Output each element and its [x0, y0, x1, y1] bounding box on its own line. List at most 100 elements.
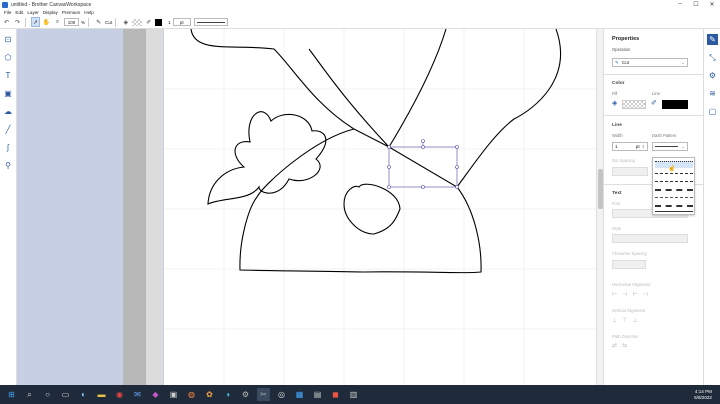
image-tool-icon[interactable]: ▣	[3, 89, 13, 99]
menu-display[interactable]: Display	[43, 10, 58, 15]
cortana-icon[interactable]: ○	[41, 388, 54, 401]
torso-shape	[239, 128, 482, 274]
chrome-icon[interactable]: ◉	[113, 388, 126, 401]
line-tool-icon[interactable]: ╱	[3, 125, 13, 135]
dot-spacing-input	[612, 167, 648, 176]
layers-panel-icon[interactable]: ≋	[707, 88, 718, 99]
windows-start-icon[interactable]: ⊞	[5, 388, 18, 401]
properties-panel-icon[interactable]: ✎	[707, 34, 718, 45]
mouse-cursor-icon: ☝	[668, 166, 676, 172]
edge-dev-icon[interactable]: ◑	[221, 388, 234, 401]
operation-select[interactable]: ✎ Cut ⌄	[612, 58, 688, 67]
task-view-icon[interactable]: ▭	[59, 388, 72, 401]
menu-file[interactable]: File	[4, 10, 11, 15]
dash-option-solid[interactable]	[655, 211, 693, 212]
shape-tool-icon[interactable]: ⬠	[3, 53, 13, 63]
dash-pattern-dropdown[interactable]: ☝	[652, 157, 695, 215]
title-bar: untitled - Brother CanvasWorkspace – ☐ ✕	[0, 0, 720, 9]
operation-select[interactable]: Cut	[105, 20, 112, 25]
menu-edit[interactable]: Edit	[15, 10, 23, 15]
node-tool-icon[interactable]: ⚲	[3, 161, 13, 171]
line-width-input[interactable]: 1	[168, 20, 171, 25]
canvasworkspace-task-icon[interactable]: ✂	[257, 388, 270, 401]
settings-app-icon[interactable]: ⚙	[239, 388, 252, 401]
fill-bucket-icon[interactable]: ◈	[121, 17, 130, 27]
text-tool-icon[interactable]: T	[3, 71, 13, 81]
photos-icon[interactable]: ◆	[149, 388, 162, 401]
line-color-swatch[interactable]	[662, 100, 688, 109]
menu-help[interactable]: Help	[84, 10, 93, 15]
pan-hand-icon[interactable]: ✋	[42, 17, 51, 27]
app-icon-generic[interactable]: ▣	[167, 388, 180, 401]
explorer-icon[interactable]: ▬	[95, 388, 108, 401]
line-pen-icon[interactable]: ✐	[144, 17, 153, 27]
text-section-title: Text	[612, 191, 622, 196]
mail-icon[interactable]: ✉	[131, 388, 144, 401]
media-icon[interactable]: ◎	[275, 388, 288, 401]
right-arm-shape	[456, 28, 562, 188]
operation-label: Operation	[612, 47, 631, 52]
cut-operation-icon[interactable]: ✎	[94, 17, 103, 27]
maximize-button[interactable]: ☐	[688, 1, 704, 8]
fill-color-swatch[interactable]	[622, 100, 646, 109]
zoom-unit: %	[81, 19, 86, 25]
pattern-tool-icon[interactable]: ☁	[3, 107, 13, 117]
canvas-workspace[interactable]	[17, 28, 603, 385]
page-panel-icon[interactable]: ▢	[707, 106, 718, 117]
window-title: untitled - Brother CanvasWorkspace	[11, 1, 92, 8]
dash-option-dash-dot[interactable]	[655, 197, 693, 198]
close-button[interactable]: ✕	[704, 1, 720, 8]
vertical-alignment-label: Vertical Alignment	[612, 308, 646, 313]
zoom-icon[interactable]: ⌕	[53, 17, 62, 27]
firefox-icon[interactable]: ◍	[185, 388, 198, 401]
app-icon	[2, 1, 8, 8]
store-icon[interactable]: ▦	[293, 388, 306, 401]
menu-layer[interactable]: Layer	[27, 10, 39, 15]
redo-icon[interactable]: ↷	[13, 17, 22, 27]
left-tool-palette: ⊡ ⬠ T ▣ ☁ ╱ ∫ ⚲	[0, 29, 17, 385]
settings-gear-icon[interactable]: ⚙	[707, 70, 718, 81]
line-color-swatch[interactable]	[155, 18, 163, 26]
width-input[interactable]: 1 pt ⇕	[612, 142, 648, 151]
dash-option-long[interactable]	[655, 189, 693, 191]
dot-spacing-label: Dot Spacing	[612, 158, 635, 163]
chevron-down-icon: ⌄	[681, 143, 685, 149]
left-arm-shape	[190, 28, 355, 130]
menu-premium[interactable]: Premium	[62, 10, 80, 15]
menu-bar: File Edit Layer Display Premium Help	[0, 9, 720, 16]
freehand-tool-icon[interactable]: ∫	[3, 143, 13, 153]
fill-swatch[interactable]	[132, 18, 143, 26]
line-unit-select[interactable]: pt	[172, 18, 191, 26]
select-tool-icon[interactable]: ⊡	[3, 35, 13, 45]
character-spacing-label: Character Spacing	[612, 251, 647, 256]
dash-option-medium[interactable]	[655, 181, 693, 182]
flower-shape	[207, 111, 327, 205]
system-clock[interactable]: 4:14 PM 5/8/2022	[694, 389, 712, 401]
dash-pattern-label: Dash Pattern	[652, 133, 677, 138]
edge-icon[interactable]: ◐	[77, 388, 90, 401]
calculator-icon[interactable]: ▤	[311, 388, 324, 401]
character-spacing-input	[612, 260, 646, 269]
design-page[interactable]	[164, 28, 596, 385]
dash-option-long-dash[interactable]	[655, 205, 693, 207]
line-section-title: Line	[612, 123, 622, 128]
paint-icon[interactable]: ✿	[203, 388, 216, 401]
dash-option-short[interactable]	[655, 173, 693, 174]
stepper-icon[interactable]: ⇕	[642, 144, 645, 149]
path-direction-icons: ⇄⇆	[612, 343, 633, 349]
dash-pattern-select[interactable]: ⌄	[652, 142, 688, 151]
transform-panel-icon[interactable]: ⤡	[707, 52, 718, 63]
minimize-button[interactable]: –	[672, 1, 688, 8]
search-icon[interactable]: ⌕	[23, 388, 36, 401]
zoom-input[interactable]: 100	[64, 18, 79, 26]
app-icon-extra[interactable]: ▥	[347, 388, 360, 401]
horizontal-alignment-icons: ⊢⊣⊢⊣	[612, 292, 653, 298]
drawing-canvas[interactable]	[164, 28, 596, 385]
select-arrow-icon[interactable]: ➚	[31, 17, 40, 27]
office-icon[interactable]: ◼	[329, 388, 342, 401]
line-style-select[interactable]	[193, 18, 228, 26]
line-color-label: Line	[652, 91, 660, 96]
vertical-scrollbar[interactable]	[596, 29, 603, 385]
undo-icon[interactable]: ↶	[2, 17, 11, 27]
toolbar: ↶ ↷ ➚ ✋ ⌕ 100 % ✎ Cut ◈ ✐ 1 pt	[0, 16, 720, 29]
